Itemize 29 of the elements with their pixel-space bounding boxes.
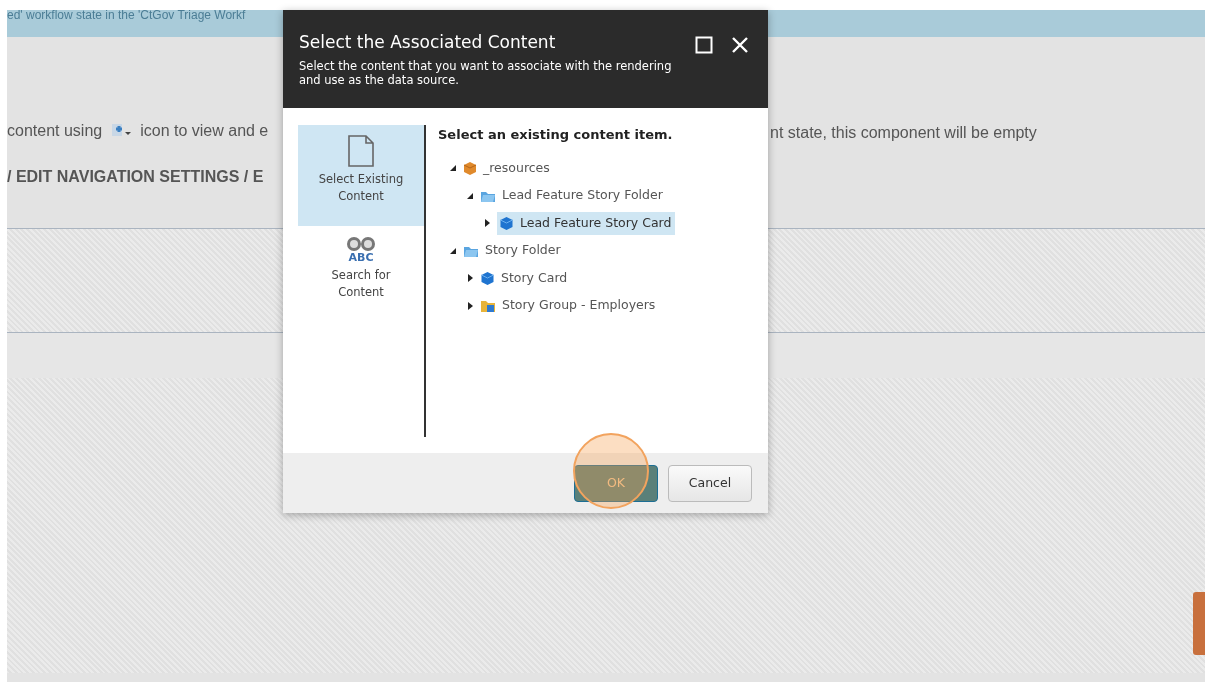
cancel-button[interactable]: Cancel	[668, 464, 752, 502]
document-icon	[348, 135, 374, 167]
expand-arrow-icon[interactable]	[465, 300, 475, 311]
tree-item[interactable]: Story Folder	[463, 239, 565, 263]
tree-item[interactable]: Story Group - Employers	[480, 294, 660, 318]
dialog-subtitle: Select the content that you want to associate with the rendering and use as the data source.	[299, 58, 673, 89]
expand-arrow-icon[interactable]	[482, 218, 492, 229]
cube-icon	[499, 215, 514, 231]
icon-label: ABC	[348, 252, 374, 263]
collapse-arrow-icon[interactable]	[448, 163, 458, 174]
tree-item[interactable]: _resources	[463, 156, 554, 180]
mode-tab[interactable]: ABC Search for Content	[298, 226, 424, 327]
tree-item[interactable]: Lead Feature Story Folder	[480, 184, 667, 208]
binoculars-icon	[346, 236, 376, 252]
cube-icon	[480, 270, 495, 286]
mode-tab[interactable]: Select Existing Content	[298, 125, 424, 226]
folder-group-icon	[480, 298, 496, 314]
package-icon	[463, 161, 477, 176]
tree-heading: Select an existing content item.	[438, 126, 674, 144]
tree-item[interactable]: Lead Feature Story Card	[497, 211, 676, 235]
instruction-text: nt state, this component will be empty	[770, 123, 1037, 143]
banner-text: ed' workflow state in the 'CtGov Triage Workf	[7, 10, 246, 20]
section-heading: / EDIT NAVIGATION SETTINGS / E	[7, 167, 264, 187]
tree-item[interactable]: Story Card	[480, 266, 572, 290]
expand-arrow-icon[interactable]	[465, 273, 475, 284]
add-content-icon	[110, 123, 133, 139]
instruction-text: content using	[7, 121, 103, 141]
instruction-text: icon to view and e	[140, 121, 269, 141]
dialog-title: Select the Associated Content	[299, 31, 556, 54]
